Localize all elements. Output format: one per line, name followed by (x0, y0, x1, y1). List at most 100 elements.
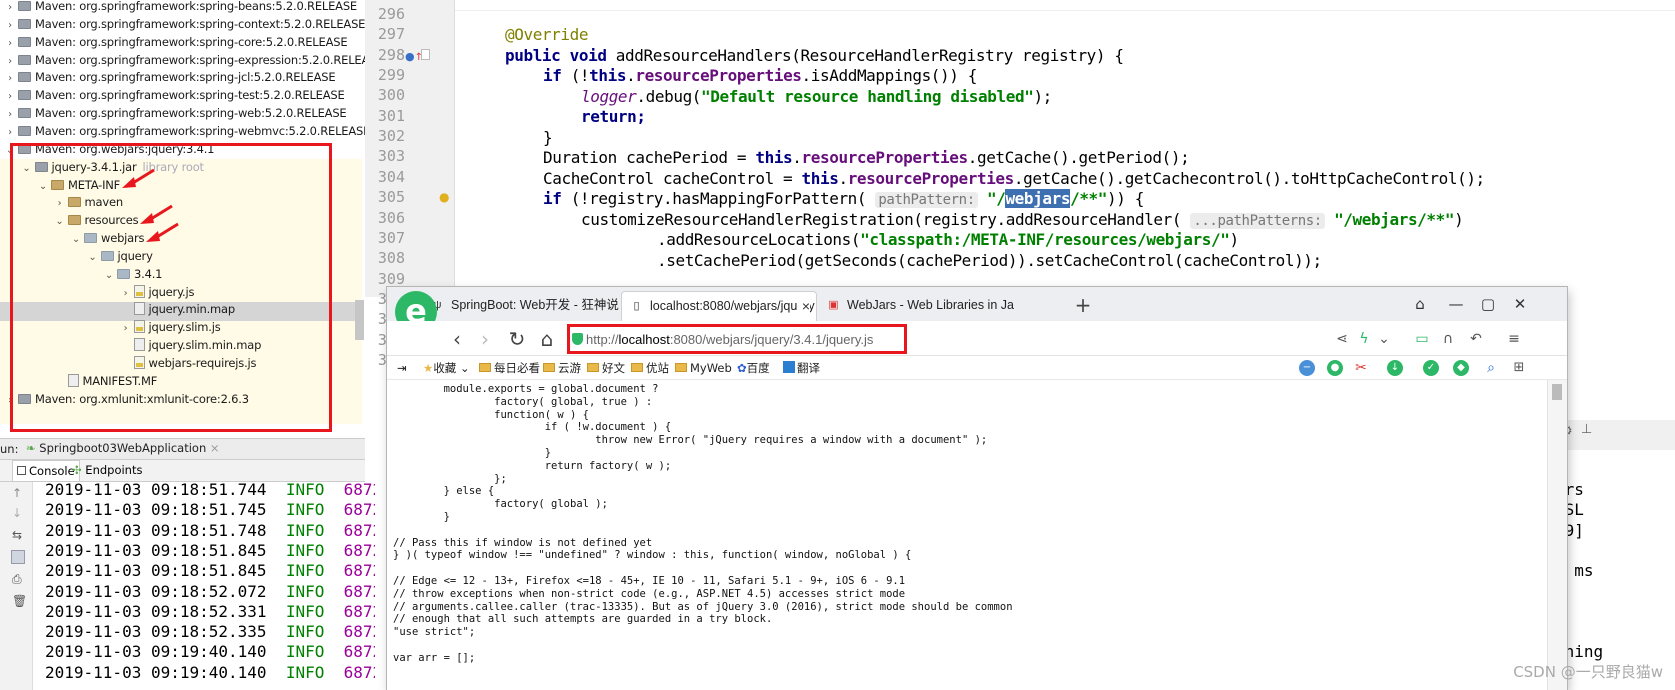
tree-item[interactable]: ⌄ 3.4.1 (103, 265, 163, 285)
tree-item[interactable]: jquery.min.map (120, 300, 235, 319)
maximize-button[interactable]: ▢ (1473, 291, 1503, 317)
tree-item[interactable]: › Maven: org.springframework:spring-web:5… (4, 104, 347, 123)
library-icon (34, 161, 48, 172)
bookmark-baidu[interactable]: ✿百度 (737, 359, 770, 377)
soft-wrap-icon[interactable]: ⇆ (12, 528, 22, 542)
tree-item[interactable]: ⌄ jquery (87, 247, 152, 267)
share-icon[interactable]: ⋖ (1333, 330, 1351, 348)
library-icon (18, 1, 31, 11)
shield-icon[interactable]: ✓ (1423, 360, 1439, 376)
tree-item[interactable]: › Maven: org.springframework:spring-conte… (4, 15, 365, 34)
down-arrow-icon[interactable]: ↓ (12, 506, 22, 520)
tree-item[interactable]: ⌄ resources (54, 211, 138, 231)
tree-item[interactable]: › Maven: org.springframework:spring-webmv… (4, 122, 365, 141)
bookmark-folder[interactable]: 云游 (543, 359, 581, 377)
forward-button[interactable]: › (471, 325, 499, 353)
tree-item[interactable]: › Maven: org.springframework:spring-core:… (4, 33, 348, 52)
undo-icon[interactable]: ↶ (1467, 330, 1485, 348)
folder-icon (67, 215, 81, 226)
new-tab-button[interactable]: + (1070, 291, 1096, 319)
tree-item[interactable]: ⌄ Maven: org.webjars:jquery:3.4.1 (4, 140, 215, 160)
chevron-down-icon[interactable]: ⌄ (21, 159, 33, 178)
headphones-icon[interactable]: ∩ (1439, 330, 1457, 348)
chevron-down-icon[interactable]: ⌄ (4, 141, 16, 160)
tree-scrollbar[interactable] (355, 300, 364, 340)
tab-endpoints[interactable]: ✣ Endpoints (72, 463, 142, 477)
tree-item[interactable]: › Maven: org.springframework:spring-beans… (4, 0, 357, 16)
tree-item[interactable]: ⌄ jquery-3.4.1.jar library root (21, 158, 204, 177)
tree-item[interactable]: jquery.slim.min.map (120, 336, 261, 355)
chevron-down-icon[interactable]: ⌄ (87, 248, 99, 267)
scissors-icon[interactable]: ✂ (1353, 360, 1369, 376)
skin-icon[interactable]: ⌂ (1405, 291, 1435, 317)
close-tab-icon[interactable]: × (797, 292, 810, 320)
tree-item[interactable]: › Maven: org.springframework:spring-test:… (4, 86, 345, 105)
search-highlight: webjars (1005, 189, 1071, 208)
close-icon[interactable]: × (206, 441, 220, 455)
chat-icon[interactable]: ● (1327, 360, 1343, 376)
tree-item[interactable]: › jquery.js (120, 283, 194, 302)
chevron-down-icon[interactable]: ⌄ (37, 177, 49, 196)
browser-tab[interactable]: ▯ localhost:8080/webjars/jquery × (621, 291, 817, 321)
library-icon (18, 36, 31, 47)
tab-console[interactable]: Console (12, 460, 80, 481)
tree-item[interactable]: webjars-requirejs.js (120, 354, 257, 373)
tree-item[interactable]: ⌄ META-INF (37, 176, 120, 195)
lightning-icon[interactable]: ϟ (1355, 330, 1373, 348)
bookmark-folder[interactable]: 优站 (631, 359, 669, 377)
run-subtabs: Console ✣ Endpoints (0, 460, 365, 482)
game-icon[interactable]: ◆ (1453, 360, 1469, 376)
grid-icon[interactable]: ⊞ (1511, 360, 1527, 376)
print-icon[interactable]: ⎙ (12, 572, 22, 587)
bulb-icon[interactable]: ● (439, 190, 449, 204)
up-arrow-icon[interactable]: ↑ (12, 486, 22, 500)
code-editor[interactable]: @Override public void addResourceHandler… (455, 0, 1675, 297)
chevron-right-icon[interactable]: › (4, 391, 16, 410)
home-button[interactable]: ⌂ (533, 325, 561, 353)
bookmark-folder[interactable]: 好文 (587, 359, 625, 377)
tree-item[interactable]: MANIFEST.MF (54, 372, 157, 391)
bookmarks-toggle-icon[interactable]: ⇥ (397, 359, 407, 377)
reload-button[interactable]: ↻ (503, 325, 531, 353)
minus-circle-icon[interactable]: − (1299, 360, 1315, 376)
fold-icon[interactable] (421, 49, 430, 60)
clear-trash-icon[interactable]: 🗑 (12, 594, 27, 608)
tree-item[interactable]: › Maven: org.xmlunit:xmlunit-core:2.6.3 (4, 390, 249, 409)
search-icon[interactable]: ⌕ (1483, 360, 1499, 376)
chevron-down-icon[interactable]: ⌄ (70, 230, 82, 249)
url-text[interactable]: http://localhost:8080/webjars/jquery/3.4… (586, 330, 873, 350)
chevron-down-icon[interactable]: ⌄ (103, 266, 115, 285)
tree-item[interactable]: ⌄ webjars (70, 229, 145, 249)
chevron-down-icon[interactable]: ⌄ (1375, 330, 1393, 348)
scroll-to-end-icon[interactable] (11, 550, 25, 564)
tree-item-label: Maven: org.springframework:spring-web:5.… (35, 106, 347, 121)
url-path: :8080/webjars/jquery/3.4.1/jquery.js (669, 332, 874, 347)
bookmark-translate[interactable]: 翻译 (783, 359, 820, 377)
browser-tab[interactable]: ψ SpringBoot: Web开发 - 狂神说 (423, 291, 619, 321)
log-level: INFO (285, 482, 325, 499)
bookmark-folder[interactable]: MyWeb (675, 359, 732, 377)
page-scrollbar[interactable] (1547, 380, 1567, 690)
back-button[interactable]: ‹ (443, 325, 471, 353)
bookmark-favorites[interactable]: ★收藏 ⌄ (423, 359, 470, 377)
close-window-button[interactable]: ✕ (1505, 291, 1535, 317)
tree-item[interactable]: › maven (54, 193, 124, 212)
tree-item[interactable]: › Maven: org.springframework:spring-jcl:5… (4, 68, 336, 87)
source-line: } )( typeof window !== "undefined" ? win… (393, 549, 912, 562)
address-bar[interactable]: http://localhost:8080/webjars/jquery/3.4… (567, 324, 907, 354)
page-source-view[interactable]: module.exports = global.document ? facto… (387, 380, 1547, 690)
bookmark-folder[interactable]: 每日必看 (479, 359, 540, 377)
console-output[interactable]: 2019-11-03 09:18:51.744 INFO 68722019-11… (33, 482, 375, 690)
minimize-icon[interactable]: ⊥ (1581, 422, 1592, 437)
menu-icon[interactable]: ≡ (1505, 330, 1523, 348)
log-ts: 2019-11-03 09:18:51.745 (45, 500, 267, 520)
download-icon[interactable]: ↓ (1387, 360, 1403, 376)
minimize-button[interactable]: — (1441, 291, 1471, 317)
tree-item[interactable]: › jquery.slim.js (120, 318, 221, 337)
browser-tab[interactable]: ▣ WebJars - Web Libraries in Ja (819, 291, 1019, 321)
scrollbar-thumb[interactable] (1552, 384, 1562, 400)
battery-icon[interactable]: ▭ (1413, 330, 1431, 348)
run-config-tab[interactable]: ❧ Springboot03WebApplication × (26, 441, 220, 455)
tree-item[interactable]: › Maven: org.springframework:spring-expre… (4, 51, 365, 70)
chevron-down-icon[interactable]: ⌄ (54, 212, 66, 231)
